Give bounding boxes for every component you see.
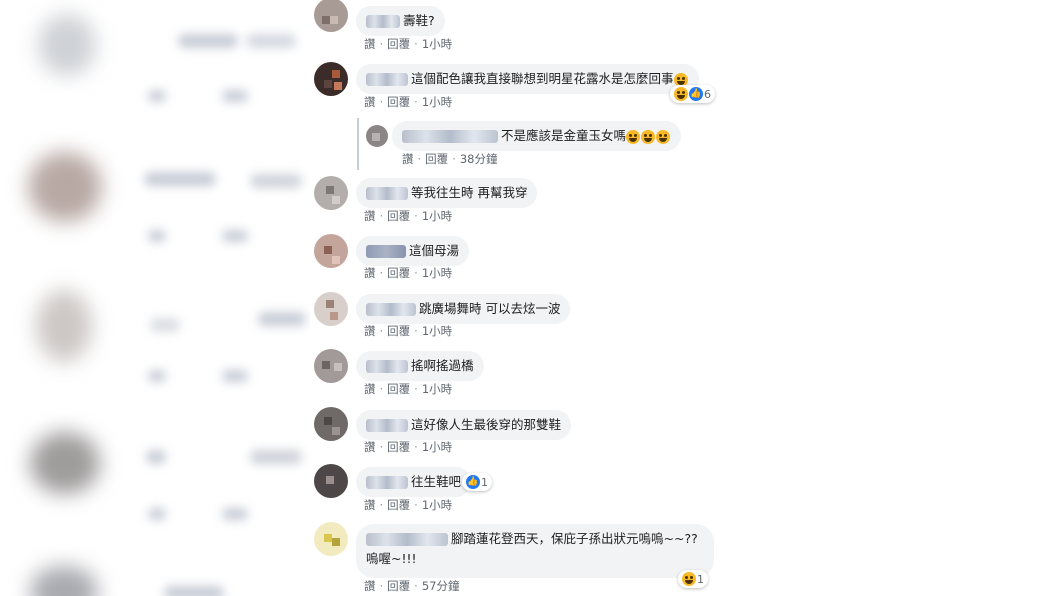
comment-text: 這好像人生最後穿的那雙鞋 bbox=[411, 417, 562, 432]
comment-actions: 讚 · 回覆 · 1小時 bbox=[364, 382, 453, 396]
comment-bubble: 壽鞋? bbox=[356, 6, 445, 36]
timestamp[interactable]: 1小時 bbox=[422, 209, 452, 223]
reply-link[interactable]: 回覆 bbox=[387, 37, 410, 51]
comment-text: 往生鞋吧 bbox=[411, 474, 462, 489]
blank-background-right bbox=[740, 0, 1060, 596]
reply-bubble: 不是應該是金童玉女嗎 bbox=[392, 121, 682, 151]
like-link[interactable]: 讚 bbox=[364, 498, 376, 512]
comment-actions: 讚 · 回覆 · 1小時 bbox=[364, 440, 453, 454]
timestamp[interactable]: 1小時 bbox=[422, 382, 452, 396]
comment-text-line2: 嗚喔~!!! bbox=[366, 551, 417, 566]
like-link[interactable]: 讚 bbox=[364, 209, 376, 223]
timestamp[interactable]: 57分鐘 bbox=[422, 579, 460, 593]
reply-link[interactable]: 回覆 bbox=[425, 152, 448, 166]
comment-text: 這個配色讓我直接聯想到明星花露水是怎麼回事 bbox=[411, 71, 674, 86]
like-link[interactable]: 讚 bbox=[364, 579, 376, 593]
blurred-background-left bbox=[0, 0, 310, 596]
avatar[interactable] bbox=[314, 292, 348, 326]
comment-actions: 讚 · 回覆 · 1小時 bbox=[364, 209, 453, 223]
like-link[interactable]: 讚 bbox=[364, 382, 376, 396]
reply-link[interactable]: 回覆 bbox=[387, 266, 410, 280]
reaction-summary[interactable]: 1 bbox=[678, 570, 708, 588]
commenter-name-blurred[interactable] bbox=[366, 533, 448, 546]
comment-actions: 讚 · 回覆 · 1小時 bbox=[364, 37, 453, 51]
reaction-count: 1 bbox=[697, 572, 704, 586]
commenter-name-blurred[interactable] bbox=[366, 360, 408, 373]
commenter-name-blurred[interactable] bbox=[366, 419, 408, 432]
commenter-name-blurred[interactable] bbox=[366, 245, 406, 258]
avatar[interactable] bbox=[314, 464, 348, 498]
timestamp[interactable]: 1小時 bbox=[422, 440, 452, 454]
commenter-name-blurred[interactable] bbox=[366, 476, 408, 489]
commenter-name-blurred[interactable] bbox=[366, 15, 400, 28]
haha-emoji-icon bbox=[682, 572, 696, 586]
comment-bubble: 這好像人生最後穿的那雙鞋 bbox=[356, 410, 572, 440]
avatar[interactable] bbox=[314, 349, 348, 383]
comment-actions: 讚 · 回覆 · 38分鐘 bbox=[402, 152, 498, 166]
reply-link[interactable]: 回覆 bbox=[387, 324, 410, 338]
like-link[interactable]: 讚 bbox=[364, 324, 376, 338]
haha-emoji-icon bbox=[674, 87, 688, 101]
comment-actions: 讚 · 回覆 · 1小時 bbox=[364, 266, 453, 280]
reply-link[interactable]: 回覆 bbox=[387, 382, 410, 396]
timestamp[interactable]: 38分鐘 bbox=[460, 152, 498, 166]
commenter-name-blurred[interactable] bbox=[366, 303, 416, 316]
comment-bubble: 這個配色讓我直接聯想到明星花露水是怎麼回事 bbox=[356, 64, 699, 94]
like-link[interactable]: 讚 bbox=[364, 440, 376, 454]
avatar[interactable] bbox=[366, 125, 388, 147]
comment-text: 等我往生時 再幫我穿 bbox=[411, 185, 528, 200]
commenter-name-blurred[interactable] bbox=[366, 73, 408, 86]
comment-actions: 讚 · 回覆 · 1小時 bbox=[364, 324, 453, 338]
commenter-name-blurred[interactable] bbox=[366, 187, 408, 200]
like-link[interactable]: 讚 bbox=[402, 152, 414, 166]
timestamp[interactable]: 1小時 bbox=[422, 498, 452, 512]
comment-bubble: 這個母湯 bbox=[356, 236, 470, 266]
haha-emoji-icon bbox=[626, 129, 641, 144]
comment-text: 壽鞋? bbox=[403, 13, 435, 28]
reply-link[interactable]: 回覆 bbox=[387, 498, 410, 512]
reply-thread-line bbox=[357, 118, 359, 170]
haha-emoji-icon bbox=[641, 129, 656, 144]
reply-link[interactable]: 回覆 bbox=[387, 440, 410, 454]
like-link[interactable]: 讚 bbox=[364, 95, 376, 109]
comment-actions: 讚 · 回覆 · 1小時 bbox=[364, 498, 453, 512]
like-icon: 👍 bbox=[689, 87, 703, 101]
commenter-name-blurred[interactable] bbox=[402, 130, 498, 143]
comment-bubble: 往生鞋吧 bbox=[356, 467, 472, 497]
reply-link[interactable]: 回覆 bbox=[387, 579, 410, 593]
comment-actions: 讚 · 回覆 · 1小時 bbox=[364, 95, 453, 109]
avatar[interactable] bbox=[314, 522, 348, 556]
timestamp[interactable]: 1小時 bbox=[422, 37, 452, 51]
reaction-count: 1 bbox=[481, 475, 488, 489]
comment-bubble: 跳廣場舞時 可以去炫一波 bbox=[356, 294, 571, 324]
timestamp[interactable]: 1小時 bbox=[422, 266, 452, 280]
timestamp[interactable]: 1小時 bbox=[422, 95, 452, 109]
reply-link[interactable]: 回覆 bbox=[387, 95, 410, 109]
like-link[interactable]: 讚 bbox=[364, 266, 376, 280]
reaction-summary[interactable]: 👍 6 bbox=[670, 85, 715, 103]
comment-text: 搖啊搖過橋 bbox=[411, 358, 474, 373]
comment-text: 這個母湯 bbox=[409, 243, 460, 258]
comment-bubble: 腳踏蓮花登西天，保庇子孫出狀元嗚嗚~~?? 嗚喔~!!! bbox=[356, 524, 714, 578]
avatar[interactable] bbox=[314, 62, 348, 96]
reaction-count: 6 bbox=[704, 87, 711, 101]
like-icon: 👍 bbox=[466, 475, 480, 489]
comment-text: 跳廣場舞時 可以去炫一波 bbox=[419, 301, 561, 316]
comment-text: 腳踏蓮花登西天，保庇子孫出狀元嗚嗚~~?? bbox=[451, 531, 698, 546]
haha-emoji-icon bbox=[656, 129, 671, 144]
avatar[interactable] bbox=[314, 407, 348, 441]
like-link[interactable]: 讚 bbox=[364, 37, 376, 51]
avatar[interactable] bbox=[314, 176, 348, 210]
comment-actions: 讚 · 回覆 · 57分鐘 bbox=[364, 579, 460, 593]
comment-bubble: 等我往生時 再幫我穿 bbox=[356, 178, 538, 208]
comment-bubble: 搖啊搖過橋 bbox=[356, 351, 484, 381]
avatar[interactable] bbox=[314, 234, 348, 268]
avatar[interactable] bbox=[314, 0, 348, 32]
reaction-summary[interactable]: 👍 1 bbox=[462, 473, 492, 491]
comment-text: 不是應該是金童玉女嗎 bbox=[501, 128, 627, 143]
reply-link[interactable]: 回覆 bbox=[387, 209, 410, 223]
timestamp[interactable]: 1小時 bbox=[422, 324, 452, 338]
